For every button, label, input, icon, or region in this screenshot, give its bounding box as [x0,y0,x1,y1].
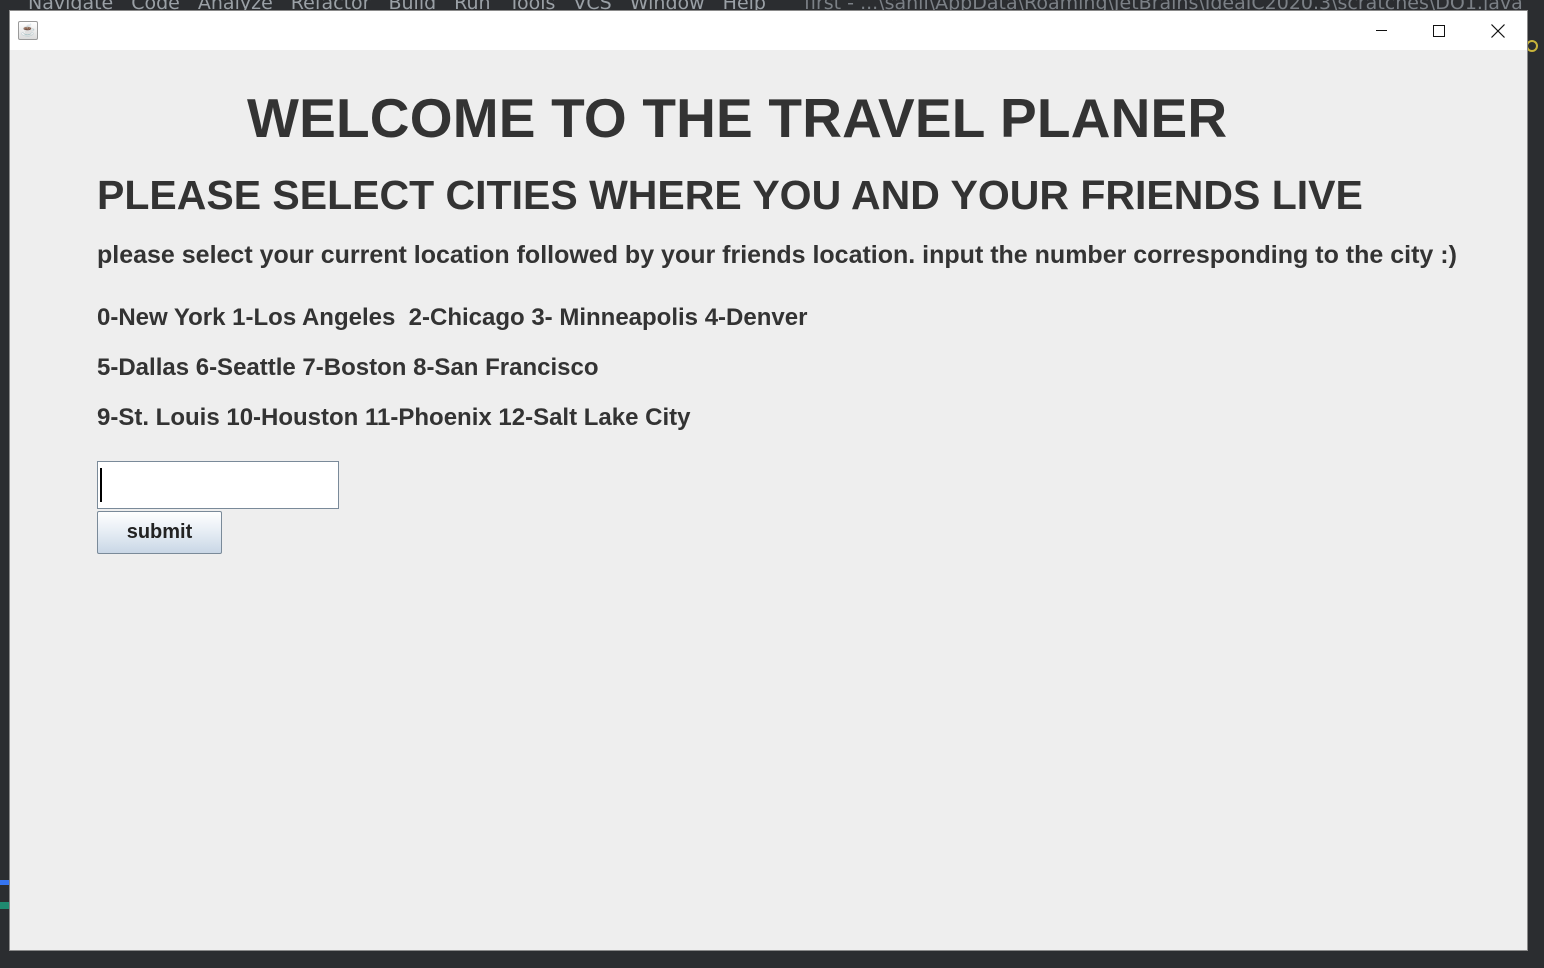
close-button[interactable] [1469,11,1527,50]
travel-planner-window: ☕ WELCOME TO THE TRAVEL PLANER PLEASE SE… [9,10,1528,951]
city-number-input[interactable] [97,461,339,509]
text-caret [100,468,102,502]
java-app-icon[interactable]: ☕ [18,21,38,40]
window-titlebar[interactable]: ☕ [10,11,1527,50]
instructions-text: please select your current location foll… [97,241,1457,269]
minimize-button[interactable] [1352,11,1410,50]
city-list-line: 5-Dallas 6-Seattle 7-Boston 8-San Franci… [97,354,599,381]
close-icon [1491,23,1505,38]
ide-tool-indicator [0,902,9,909]
page-title: WELCOME TO THE TRAVEL PLANER [247,87,1228,149]
city-list-line: 9-St. Louis 10-Houston 11-Phoenix 12-Sal… [97,404,691,431]
ide-tool-indicator [0,880,9,885]
maximize-icon [1433,24,1445,37]
ide-status-bar [0,952,1544,968]
ide-right-panel [1528,12,1544,968]
content-panel: WELCOME TO THE TRAVEL PLANER PLEASE SELE… [10,50,1527,951]
page-subtitle: PLEASE SELECT CITIES WHERE YOU AND YOUR … [97,172,1363,218]
maximize-button[interactable] [1410,11,1468,50]
city-list-line: 0-New York 1-Los Angeles 2-Chicago 3- Mi… [97,304,808,331]
submit-button[interactable]: submit [97,511,222,554]
minimize-icon [1375,30,1387,31]
